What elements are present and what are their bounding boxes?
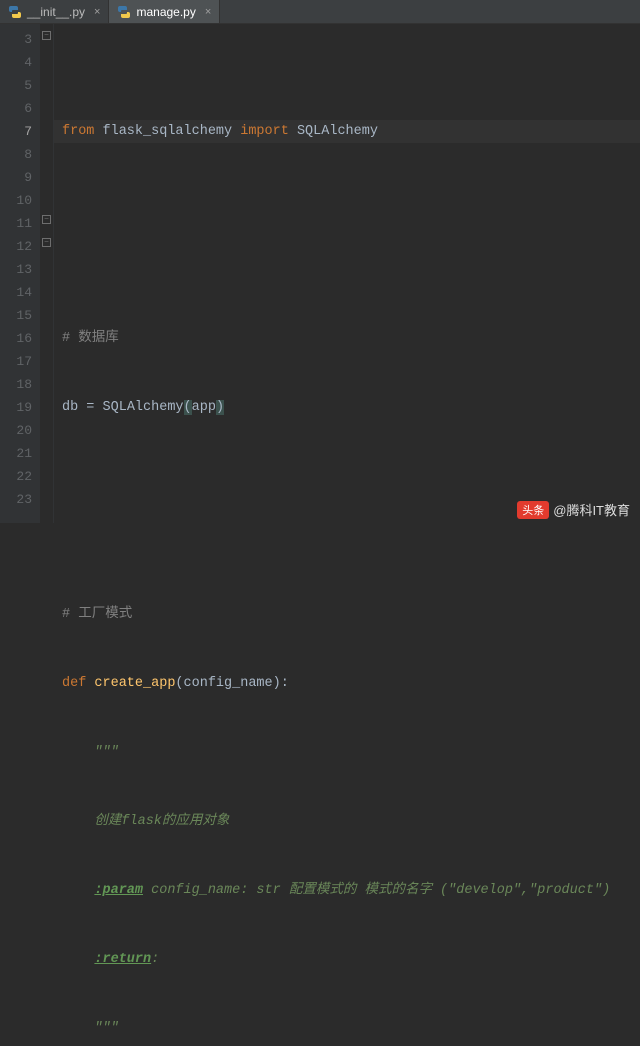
python-file-icon	[117, 5, 131, 19]
tab-init-py[interactable]: __init__.py ×	[0, 0, 109, 23]
line-number: 9	[0, 166, 32, 189]
line-number: 12	[0, 235, 32, 258]
line-number: 14	[0, 281, 32, 304]
fold-marker[interactable]: −	[42, 215, 51, 224]
line-number: 4	[0, 51, 32, 74]
editor: 34567891011121314151617181920212223 − − …	[0, 24, 640, 523]
tab-label: __init__.py	[27, 5, 85, 19]
code-line	[62, 189, 640, 212]
code-line: # 数据库	[62, 327, 640, 350]
line-number: 7	[0, 120, 32, 143]
fold-marker[interactable]: −	[42, 238, 51, 247]
tab-bar: __init__.py × manage.py ×	[0, 0, 640, 24]
watermark: 头条 @腾科IT教育	[517, 500, 630, 519]
line-number: 6	[0, 97, 32, 120]
code-line: # 工厂模式	[62, 603, 640, 626]
code-line	[62, 534, 640, 557]
line-number: 10	[0, 189, 32, 212]
line-number: 22	[0, 465, 32, 488]
tab-label: manage.py	[136, 5, 195, 19]
line-number: 18	[0, 373, 32, 396]
code-line: """	[62, 1017, 640, 1040]
code-line: def create_app(config_name):	[62, 672, 640, 695]
code-line: db = SQLAlchemy(app)	[62, 396, 640, 419]
code-line: """	[62, 741, 640, 764]
line-number: 16	[0, 327, 32, 350]
line-number-gutter: 34567891011121314151617181920212223	[0, 24, 40, 523]
line-number: 19	[0, 396, 32, 419]
python-file-icon	[8, 5, 22, 19]
code-line	[62, 465, 640, 488]
fold-marker[interactable]: −	[42, 31, 51, 40]
line-number: 20	[0, 419, 32, 442]
code-area[interactable]: from flask_sqlalchemy import SQLAlchemy …	[54, 24, 640, 523]
tab-manage-py[interactable]: manage.py ×	[109, 0, 220, 23]
line-number: 17	[0, 350, 32, 373]
line-number: 13	[0, 258, 32, 281]
line-number: 15	[0, 304, 32, 327]
line-number: 21	[0, 442, 32, 465]
code-line	[62, 258, 640, 281]
watermark-text: @腾科IT教育	[553, 500, 630, 519]
line-number: 8	[0, 143, 32, 166]
line-number: 23	[0, 488, 32, 511]
code-line: :return:	[62, 948, 640, 971]
line-number: 11	[0, 212, 32, 235]
line-number: 5	[0, 74, 32, 97]
close-icon[interactable]: ×	[205, 6, 211, 18]
code-line: 创建flask的应用对象	[62, 810, 640, 833]
code-line: :param config_name: str 配置模式的 模式的名字 ("de…	[62, 879, 640, 902]
code-line: from flask_sqlalchemy import SQLAlchemy	[62, 120, 640, 143]
fold-column: − − −	[40, 24, 54, 523]
line-number: 3	[0, 28, 32, 51]
watermark-badge: 头条	[517, 501, 549, 519]
close-icon[interactable]: ×	[94, 6, 100, 18]
